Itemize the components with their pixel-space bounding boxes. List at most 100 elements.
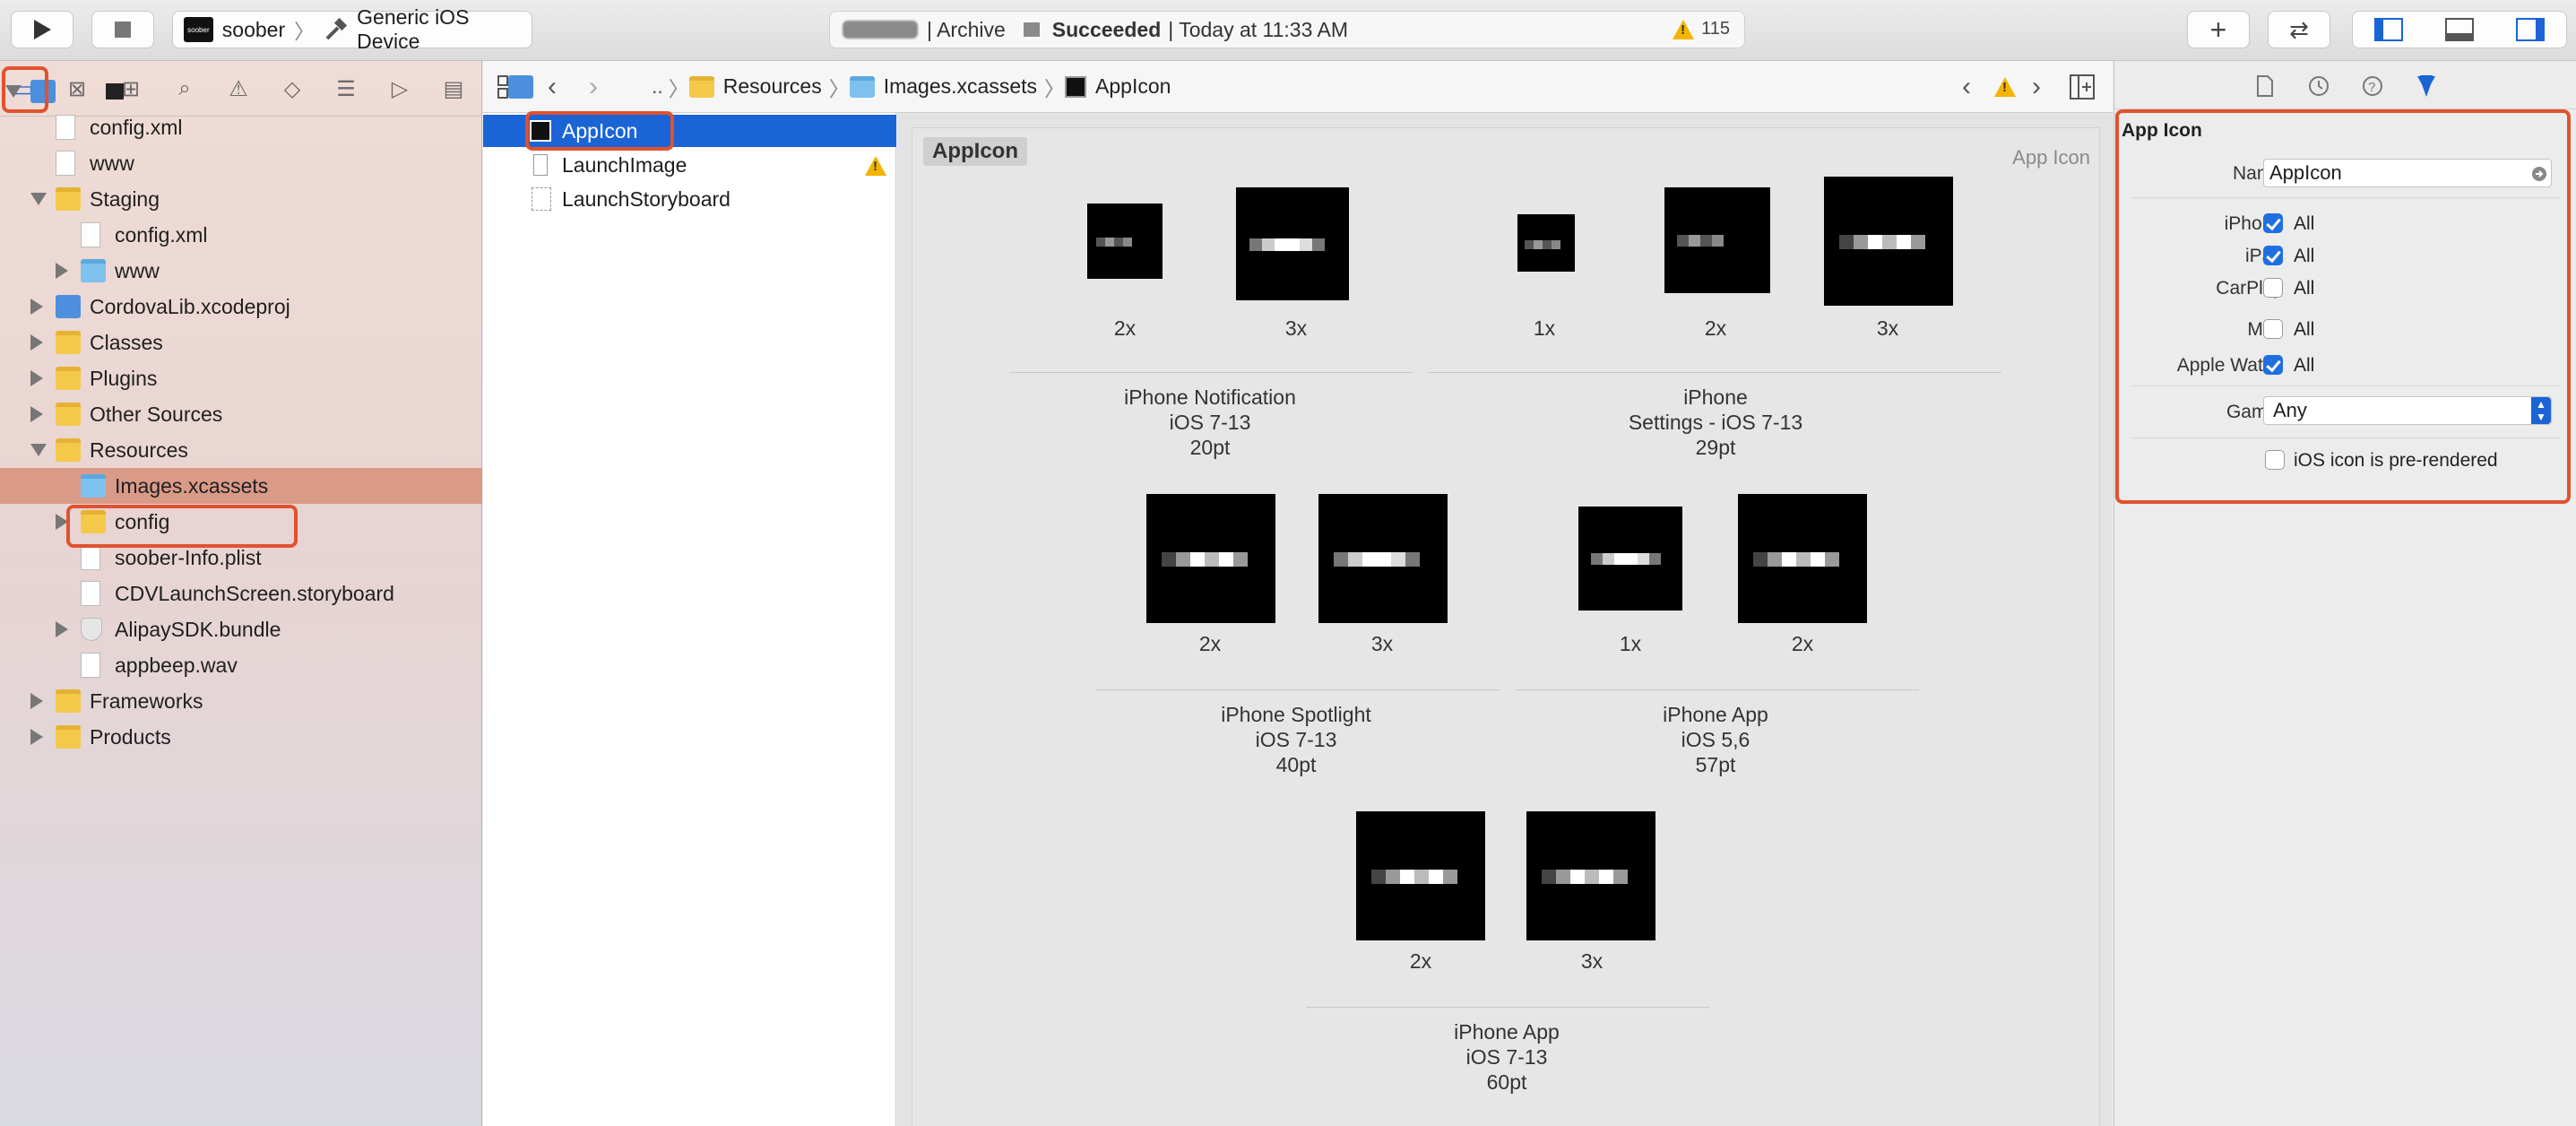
device-checkbox[interactable] — [2263, 246, 2283, 265]
disclosure-closed-icon[interactable] — [30, 370, 43, 386]
project-icon — [30, 80, 56, 103]
tree-item[interactable]: Staging — [0, 181, 482, 217]
chevron-right-icon: 〉 — [1044, 76, 1066, 100]
icon-slot-notification-3x[interactable] — [1236, 187, 1349, 300]
group-label: 40pt — [1275, 753, 1317, 776]
tree-item[interactable]: Frameworks — [0, 683, 482, 719]
warning-count[interactable]: 115 — [1673, 19, 1730, 39]
icon-slot-app57-1x[interactable] — [1578, 507, 1682, 611]
tree-item[interactable]: CordovaLib.xcodeproj — [0, 289, 482, 325]
tree-item-label: config.xml — [90, 115, 183, 139]
run-button[interactable] — [11, 11, 73, 48]
device-checkbox[interactable] — [2263, 355, 2283, 375]
disclosure-closed-icon[interactable] — [30, 334, 43, 351]
disclosure-closed-icon[interactable] — [30, 406, 43, 422]
name-field[interactable]: AppIcon — [2263, 159, 2552, 187]
disclosure-closed-icon[interactable] — [30, 299, 43, 315]
tree-item[interactable]: config.xml — [0, 109, 482, 145]
icon-slot-app60-3x[interactable] — [1526, 811, 1655, 940]
tree-item[interactable]: CDVLaunchScreen.storyboard — [0, 576, 482, 611]
icon-set[interactable]: AppIcon App Icon 2x 3x 1x 2x 3x iPhone Notifi… — [912, 127, 2100, 1126]
tree-item[interactable]: Images.xcassets — [0, 468, 482, 504]
disclosure-closed-icon[interactable] — [30, 729, 43, 745]
tree-item[interactable]: config — [0, 504, 482, 540]
tree-item[interactable]: Products — [0, 719, 482, 755]
tree-item[interactable]: www — [0, 253, 482, 289]
divider — [2131, 437, 2561, 438]
icon-slot-spotlight-3x[interactable] — [1318, 494, 1448, 623]
asset-item-launchimage[interactable]: LaunchImage — [483, 149, 896, 181]
asset-item-launchstoryboard[interactable]: LaunchStoryboard — [483, 183, 896, 215]
tree-item[interactable]: config.xml — [0, 217, 482, 253]
arrow-circle-icon[interactable] — [2531, 166, 2547, 182]
tree-item[interactable]: www — [0, 145, 482, 181]
icon-slot-settings-2x[interactable] — [1664, 187, 1770, 293]
tree-item[interactable]: AlipaySDK.bundle — [0, 611, 482, 647]
icon-slot-settings-3x[interactable] — [1824, 177, 1953, 306]
prerendered-row: iOS icon is pre-rendered — [2114, 445, 2576, 475]
scale-label: 2x — [1409, 949, 1432, 973]
scale-label: 1x — [1533, 316, 1556, 340]
folder-icon — [56, 403, 81, 426]
disclosure-closed-icon[interactable] — [30, 693, 43, 709]
icon-slot-settings-1x[interactable] — [1517, 214, 1575, 272]
add-editor-icon[interactable] — [2070, 74, 2095, 100]
icon-pixel — [1443, 870, 1457, 884]
icon-pixel — [1400, 870, 1414, 884]
icon-slot-app57-2x[interactable] — [1738, 494, 1867, 623]
asset-item-appicon[interactable]: AppIcon — [483, 115, 896, 147]
crumb-resources[interactable]: Resources — [723, 74, 822, 99]
tree-item[interactable]: Classes — [0, 325, 482, 360]
attributes-icon[interactable] — [2412, 72, 2441, 100]
disclosure-closed-icon[interactable] — [56, 514, 68, 530]
device-checkbox[interactable] — [2263, 213, 2283, 233]
icon-pixel — [1414, 870, 1429, 884]
previous-issue-icon[interactable]: ‹ — [1962, 72, 1971, 102]
panel-toggle-group — [2352, 11, 2567, 48]
file-icon[interactable] — [2251, 72, 2279, 100]
disclosure-closed-icon[interactable] — [56, 263, 68, 279]
audio-file-icon — [81, 653, 100, 678]
bottom-panel-icon[interactable] — [2444, 18, 2474, 41]
left-panel-icon[interactable] — [2373, 18, 2403, 41]
group-label: 29pt — [1695, 436, 1736, 459]
device-checkbox[interactable] — [2263, 319, 2283, 339]
jump-ellipsis[interactable]: .. — [652, 74, 663, 99]
device-checkbox[interactable] — [2263, 278, 2283, 298]
help-icon[interactable]: ? — [2358, 72, 2387, 100]
tree-item-label: Classes — [90, 330, 163, 354]
tree-item[interactable] — [0, 74, 482, 109]
icon-slot-app60-2x[interactable] — [1356, 811, 1485, 940]
disclosure-closed-icon[interactable] — [56, 621, 68, 637]
tree-item[interactable]: soober-Info.plist — [0, 540, 482, 576]
back-arrow-icon[interactable]: ‹ — [548, 72, 557, 102]
scheme-selector[interactable]: soober soober 〉 Generic iOS Device — [172, 5, 532, 53]
disclosure-open-icon[interactable] — [30, 193, 47, 205]
disclosure-open-icon[interactable] — [5, 85, 22, 98]
tree-item-label: Products — [90, 724, 171, 749]
forward-arrow-icon[interactable]: › — [589, 72, 598, 102]
tree-item[interactable]: Plugins — [0, 360, 482, 396]
icon-pixel — [1114, 238, 1123, 247]
folder-icon — [81, 474, 106, 498]
next-issue-icon[interactable]: › — [2032, 72, 2041, 102]
right-panel-icon[interactable] — [2516, 18, 2546, 41]
tree-item[interactable]: appbeep.wav — [0, 647, 482, 683]
history-icon[interactable] — [2304, 72, 2333, 100]
tree-item[interactable]: Resources — [0, 432, 482, 468]
name-row: Name AppIcon — [2114, 158, 2576, 188]
icon-pixel — [1542, 870, 1556, 884]
gamut-select[interactable]: Any ▲ ▼ — [2263, 396, 2552, 425]
crumb-appicon[interactable]: AppIcon — [1095, 74, 1171, 99]
prerendered-checkbox[interactable] — [2265, 450, 2285, 470]
icon-slot-spotlight-2x[interactable] — [1146, 494, 1275, 623]
icon-pixel — [1614, 553, 1626, 565]
crumb-images-xcassets[interactable]: Images.xcassets — [884, 74, 1037, 99]
code-review-button[interactable]: ⇄ — [2268, 11, 2330, 48]
stop-button[interactable] — [91, 11, 154, 48]
tree-item[interactable]: Other Sources — [0, 396, 482, 432]
library-button[interactable]: + — [2187, 11, 2250, 48]
disclosure-open-icon[interactable] — [30, 444, 47, 456]
icon-slot-notification-2x[interactable] — [1087, 204, 1163, 279]
warning-icon[interactable] — [1994, 77, 2016, 97]
